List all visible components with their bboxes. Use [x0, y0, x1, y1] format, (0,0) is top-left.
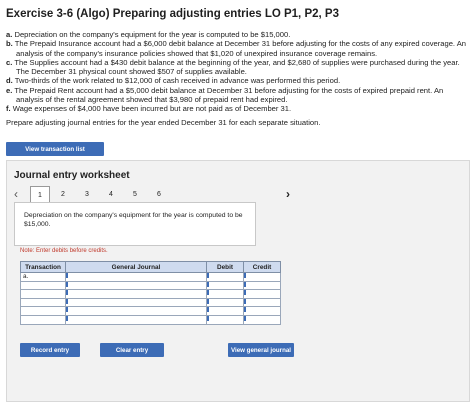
general-journal-input[interactable] [65, 297, 207, 308]
chevron-right-icon[interactable]: › [286, 187, 290, 201]
table-header-row: Transaction General Journal Debit Credit [20, 261, 281, 273]
col-credit: Credit [243, 261, 281, 273]
credit-input[interactable] [243, 280, 281, 291]
general-journal-input[interactable] [65, 280, 207, 291]
tab-1[interactable]: 1 [30, 186, 50, 203]
table-row [20, 289, 281, 299]
item-b: b. The Prepaid Insurance account had a $… [6, 39, 467, 58]
view-transaction-list-button[interactable]: View transaction list [6, 142, 104, 156]
general-journal-input[interactable] [65, 306, 207, 316]
credit-input[interactable] [243, 289, 281, 299]
worksheet-title: Journal entry worksheet [14, 170, 130, 181]
table-row: a. [20, 272, 281, 282]
entry-note: Note: Enter debits before credits. [20, 248, 108, 254]
debit-input[interactable] [206, 280, 244, 291]
general-journal-input[interactable] [65, 289, 207, 299]
item-f: f. Wage expenses of $4,000 have been inc… [6, 104, 292, 114]
debit-input[interactable] [206, 289, 244, 299]
transaction-cell [20, 306, 66, 316]
instructions: Prepare adjusting journal entries for th… [6, 118, 321, 127]
table-row [20, 314, 281, 325]
exercise-title: Exercise 3-6 (Algo) Preparing adjusting … [6, 8, 339, 20]
exercise-items: a. Depreciation on the company's equipme… [6, 30, 468, 114]
clear-entry-button[interactable]: Clear entry [100, 343, 164, 357]
col-transaction: Transaction [20, 261, 66, 273]
transaction-description: Depreciation on the company's equipment … [24, 212, 243, 228]
credit-input[interactable] [243, 297, 281, 308]
credit-input[interactable] [243, 314, 281, 325]
debit-input[interactable] [206, 306, 244, 316]
general-journal-input[interactable] [65, 272, 207, 282]
record-entry-button[interactable]: Record entry [20, 343, 80, 357]
credit-input[interactable] [243, 272, 281, 282]
col-general-journal: General Journal [65, 261, 207, 273]
table-row [20, 297, 281, 308]
col-debit: Debit [206, 261, 244, 273]
journal-table: Transaction General Journal Debit Credit… [20, 261, 281, 325]
view-general-journal-button[interactable]: View general journal [228, 343, 294, 357]
tab-3[interactable]: 3 [78, 187, 96, 201]
tab-4[interactable]: 4 [102, 187, 120, 201]
general-journal-input[interactable] [65, 314, 207, 325]
item-c: c. The Supplies account had a $430 debit… [6, 57, 460, 77]
item-a: a. Depreciation on the company's equipme… [6, 30, 291, 39]
transaction-cell [20, 314, 66, 325]
chevron-left-icon[interactable]: ‹ [14, 187, 18, 201]
transaction-cell: a. [20, 272, 66, 282]
tab-6[interactable]: 6 [150, 187, 168, 201]
debit-input[interactable] [206, 314, 244, 325]
worksheet-tabs: ‹ 1 2 3 4 5 6 › [14, 186, 460, 203]
transaction-cell [20, 297, 66, 308]
tab-2[interactable]: 2 [54, 187, 72, 201]
table-row [20, 306, 281, 316]
transaction-cell [20, 280, 66, 291]
credit-input[interactable] [243, 306, 281, 316]
debit-input[interactable] [206, 297, 244, 308]
debit-input[interactable] [206, 272, 244, 282]
table-row [20, 280, 281, 291]
item-e: e. The Prepaid Rent account had a $5,000… [6, 85, 444, 105]
transaction-cell [20, 289, 66, 299]
item-d: d. Two-thirds of the work related to $12… [6, 76, 341, 86]
tab-5[interactable]: 5 [126, 187, 144, 201]
